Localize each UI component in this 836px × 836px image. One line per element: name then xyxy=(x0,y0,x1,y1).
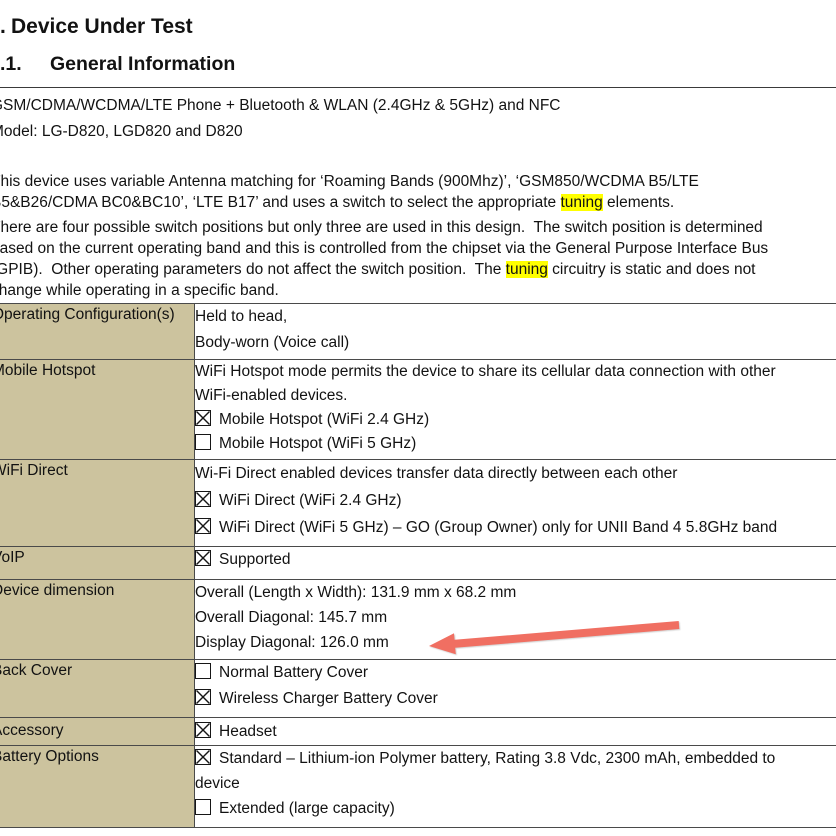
antenna-paragraph: This device uses variable Antenna matchi… xyxy=(0,171,699,213)
checkbox-label: Extended (large capacity) xyxy=(219,800,395,817)
table-row-operating-configurations: Operating Configuration(s) Held to head,… xyxy=(0,304,836,360)
table-row-accessory: Accessory Headset xyxy=(0,718,836,746)
checkbox-unchecked-icon xyxy=(195,663,211,679)
row-label-device-dimension: Device dimension xyxy=(0,580,195,660)
checkbox-label: Mobile Hotspot (WiFi 2.4 GHz) xyxy=(219,411,429,428)
row-value-operating-configurations: Held to head, Body-worn (Voice call) xyxy=(195,304,836,360)
switch-line-4: change while operating in a specific ban… xyxy=(0,280,768,301)
row-label-mobile-hotspot: Mobile Hotspot xyxy=(0,360,195,460)
checkbox-label: Normal Battery Cover xyxy=(219,664,368,681)
row-value-battery-options: Standard – Lithium-ion Polymer battery, … xyxy=(195,746,836,828)
checkbox-label: Wireless Charger Battery Cover xyxy=(219,690,438,707)
row-value-back-cover: Normal Battery Cover Wireless Charger Ba… xyxy=(195,660,836,718)
row-value-voip: Supported xyxy=(195,547,836,580)
model-line: Model: LG-D820, LGD820 and D820 xyxy=(0,119,561,145)
checkbox-line: Supported xyxy=(195,547,836,573)
value-line: WiFi-enabled devices. xyxy=(195,384,836,408)
row-label-operating-configurations: Operating Configuration(s) xyxy=(0,304,195,360)
checkbox-label: WiFi Direct (WiFi 5 GHz) – GO (Group Own… xyxy=(219,519,777,536)
highlight-tuning: tuning xyxy=(506,261,548,278)
row-value-device-dimension: Overall (Length x Width): 131.9 mm x 68.… xyxy=(195,580,836,660)
checkbox-checked-icon xyxy=(195,689,211,705)
section-title: Device Under Test xyxy=(11,15,193,39)
row-value-accessory: Headset xyxy=(195,718,836,746)
row-value-wifi-direct: Wi-Fi Direct enabled devices transfer da… xyxy=(195,460,836,547)
checkbox-line: Mobile Hotspot (WiFi 2.4 GHz) xyxy=(195,408,836,432)
checkbox-line: Mobile Hotspot (WiFi 5 GHz) xyxy=(195,432,836,456)
heading-divider xyxy=(0,87,836,88)
value-line: Held to head, xyxy=(195,304,836,330)
value-line: Body-worn (Voice call) xyxy=(195,330,836,356)
value-line: Wi-Fi Direct enabled devices transfer da… xyxy=(195,460,836,487)
checkbox-checked-icon xyxy=(195,722,211,738)
row-label-battery-options: Battery Options xyxy=(0,746,195,828)
table-row-device-dimension: Device dimension Overall (Length x Width… xyxy=(0,580,836,660)
row-value-mobile-hotspot: WiFi Hotspot mode permits the device to … xyxy=(195,360,836,460)
antenna-line-1: This device uses variable Antenna matchi… xyxy=(0,171,699,192)
row-label-voip: VoIP xyxy=(0,547,195,580)
checkbox-line: Extended (large capacity) xyxy=(195,796,836,821)
switch-line-1: There are four possible switch positions… xyxy=(0,217,768,238)
subsection-title: General Information xyxy=(50,53,235,76)
checkbox-checked-icon xyxy=(195,410,211,426)
table-row-battery-options: Battery Options Standard – Lithium-ion P… xyxy=(0,746,836,828)
table-row-voip: VoIP Supported xyxy=(0,547,836,580)
checkbox-label: Supported xyxy=(219,551,291,568)
section-number: . xyxy=(0,15,6,39)
checkbox-line: Wireless Charger Battery Cover xyxy=(195,686,836,712)
subsection-number: .1. xyxy=(0,53,22,76)
switch-line-2: based on the current operating band and … xyxy=(0,238,768,259)
device-type-line: GSM/CDMA/WCDMA/LTE Phone + Bluetooth & W… xyxy=(0,93,561,119)
document-page: . Device Under Test .1. General Informat… xyxy=(0,0,836,836)
value-line: Overall Diagonal: 145.7 mm xyxy=(195,605,836,630)
checkbox-checked-icon xyxy=(195,550,211,566)
checkbox-unchecked-icon xyxy=(195,434,211,450)
checkbox-line: WiFi Direct (WiFi 5 GHz) – GO (Group Own… xyxy=(195,514,836,541)
document-sheet: . Device Under Test .1. General Informat… xyxy=(0,0,836,836)
checkbox-label: Mobile Hotspot (WiFi 5 GHz) xyxy=(219,435,416,452)
checkbox-label: WiFi Direct (WiFi 2.4 GHz) xyxy=(219,492,402,509)
checkbox-line: Standard – Lithium-ion Polymer battery, … xyxy=(195,746,836,771)
value-line: WiFi Hotspot mode permits the device to … xyxy=(195,360,836,384)
checkbox-line: Headset xyxy=(195,719,836,745)
checkbox-label: Standard – Lithium-ion Polymer battery, … xyxy=(219,750,775,767)
checkbox-checked-icon xyxy=(195,749,211,765)
table-row-mobile-hotspot: Mobile Hotspot WiFi Hotspot mode permits… xyxy=(0,360,836,460)
checkbox-checked-icon xyxy=(195,518,211,534)
checkbox-line: Normal Battery Cover xyxy=(195,660,836,686)
table-row-back-cover: Back Cover Normal Battery Cover Wireless… xyxy=(0,660,836,718)
switch-line-3: (GPIB). Other operating parameters do no… xyxy=(0,259,768,280)
checkbox-label: Headset xyxy=(219,723,277,740)
general-information-table: Operating Configuration(s) Held to head,… xyxy=(0,303,836,828)
checkbox-unchecked-icon xyxy=(195,799,211,815)
display-diagonal-line: Display Diagonal: 126.0 mm xyxy=(195,630,836,655)
intro-paragraph: GSM/CDMA/WCDMA/LTE Phone + Bluetooth & W… xyxy=(0,93,561,145)
row-label-accessory: Accessory xyxy=(0,718,195,746)
checkbox-line: WiFi Direct (WiFi 2.4 GHz) xyxy=(195,487,836,514)
highlight-tuning: tuning xyxy=(561,194,603,211)
row-label-wifi-direct: WiFi Direct xyxy=(0,460,195,547)
value-line: device xyxy=(195,771,836,796)
switch-paragraph: There are four possible switch positions… xyxy=(0,217,768,301)
checkbox-checked-icon xyxy=(195,491,211,507)
table-row-wifi-direct: WiFi Direct Wi-Fi Direct enabled devices… xyxy=(0,460,836,547)
antenna-line-2: B5&B26/CDMA BC0&BC10’, ‘LTE B17’ and use… xyxy=(0,192,699,213)
value-line: Overall (Length x Width): 131.9 mm x 68.… xyxy=(195,580,836,605)
row-label-back-cover: Back Cover xyxy=(0,660,195,718)
